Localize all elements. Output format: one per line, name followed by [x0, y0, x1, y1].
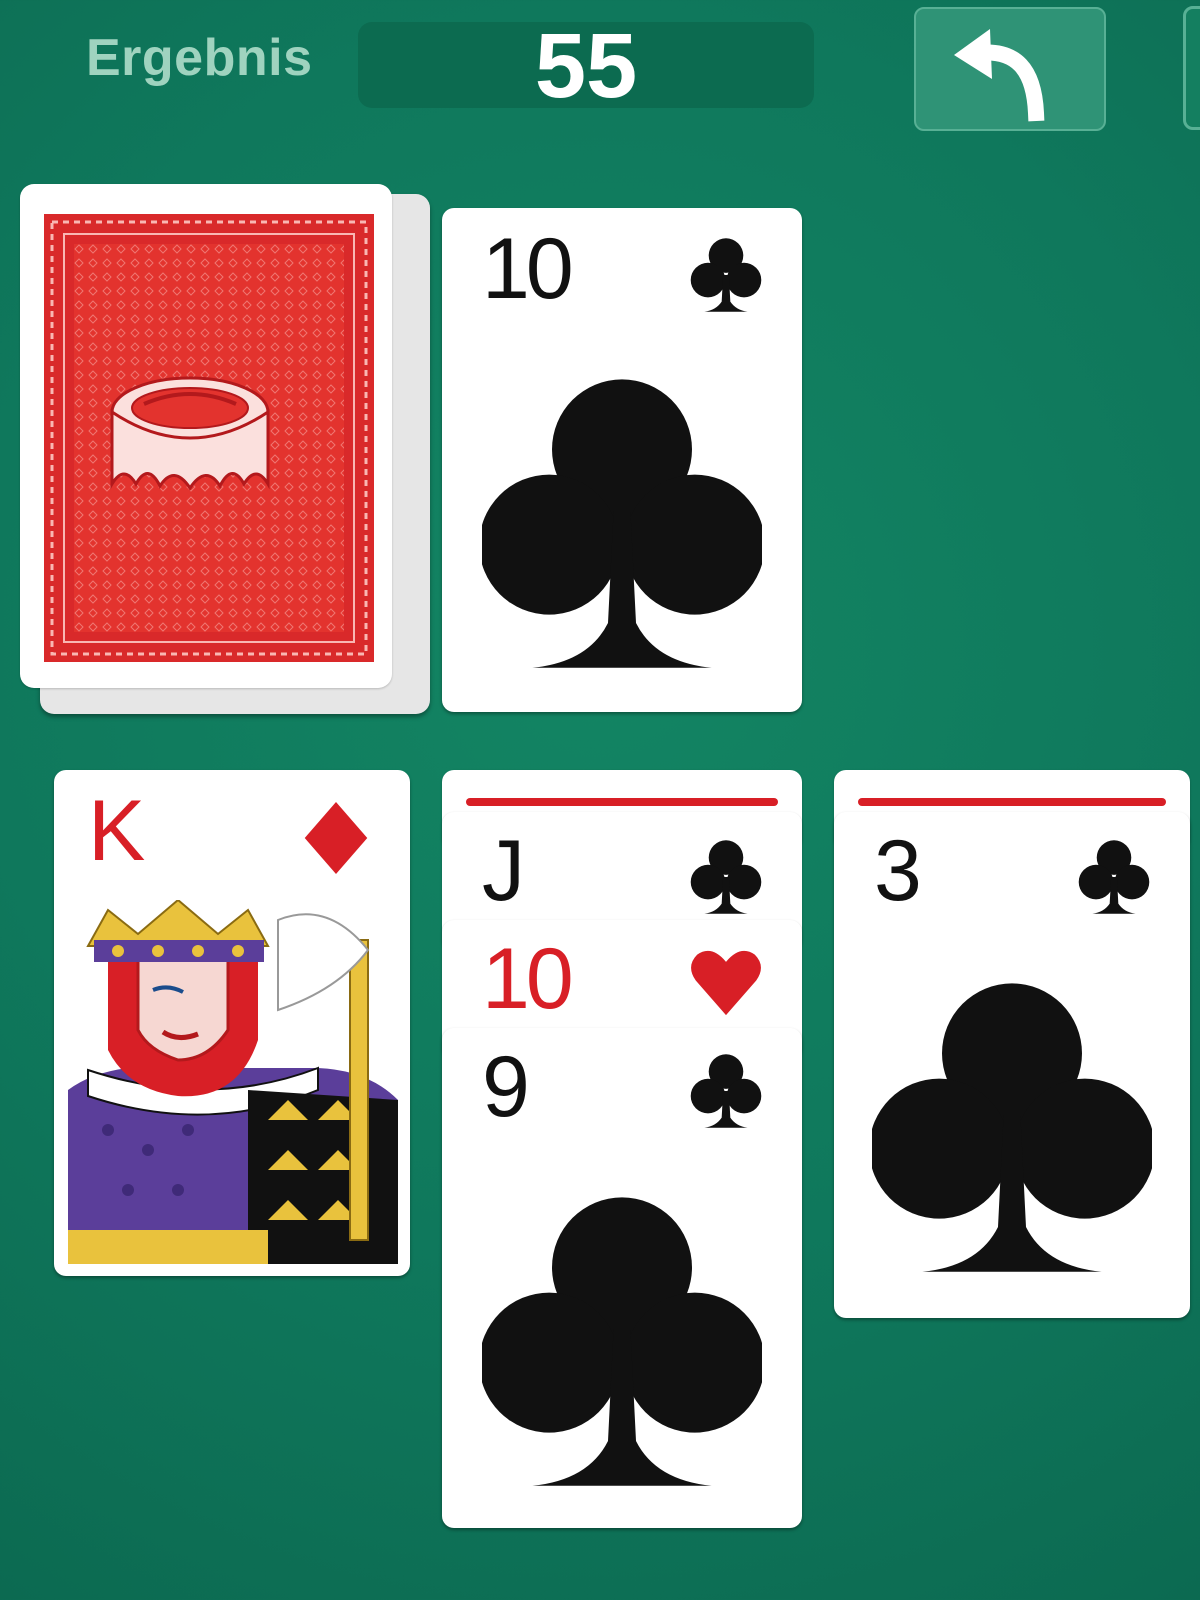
waste-card[interactable]: 10 [442, 208, 802, 712]
card-back-pattern-icon [44, 214, 374, 662]
hidden-card-stripe [466, 798, 778, 806]
menu-button[interactable] [1183, 6, 1200, 130]
undo-arrow-icon [954, 29, 1045, 122]
card-rank: 3 [874, 823, 922, 919]
tableau-2-card-nine-clubs[interactable]: 9 [442, 1028, 802, 1528]
club-pip-icon [872, 983, 1152, 1272]
undo-button[interactable] [914, 7, 1106, 131]
card-rank: 9 [482, 1039, 530, 1135]
heart-icon [691, 950, 761, 1016]
card-rank: 10 [482, 931, 574, 1027]
hidden-card-stripe [858, 798, 1166, 806]
card-back [44, 214, 374, 662]
club-icon [690, 1054, 762, 1128]
diamond-icon [304, 801, 368, 875]
score-value: 55 [534, 15, 638, 117]
king-figure-icon [68, 900, 398, 1264]
score-label: Ergebnis [86, 29, 313, 87]
tableau-3-card-three-clubs[interactable]: 3 [834, 812, 1190, 1318]
club-icon [690, 840, 762, 914]
club-icon [690, 238, 762, 312]
tableau-1-card-king-diamonds[interactable]: K [54, 770, 410, 1276]
club-pip-icon [482, 379, 762, 668]
stock-top-card[interactable] [20, 184, 392, 688]
club-pip-icon [482, 1197, 762, 1486]
card-rank: 10 [482, 221, 574, 317]
card-rank: K [88, 783, 145, 879]
crown-icon [110, 376, 270, 491]
club-icon [1078, 840, 1150, 914]
stock-pile[interactable] [20, 184, 430, 714]
card-rank: J [482, 823, 525, 919]
